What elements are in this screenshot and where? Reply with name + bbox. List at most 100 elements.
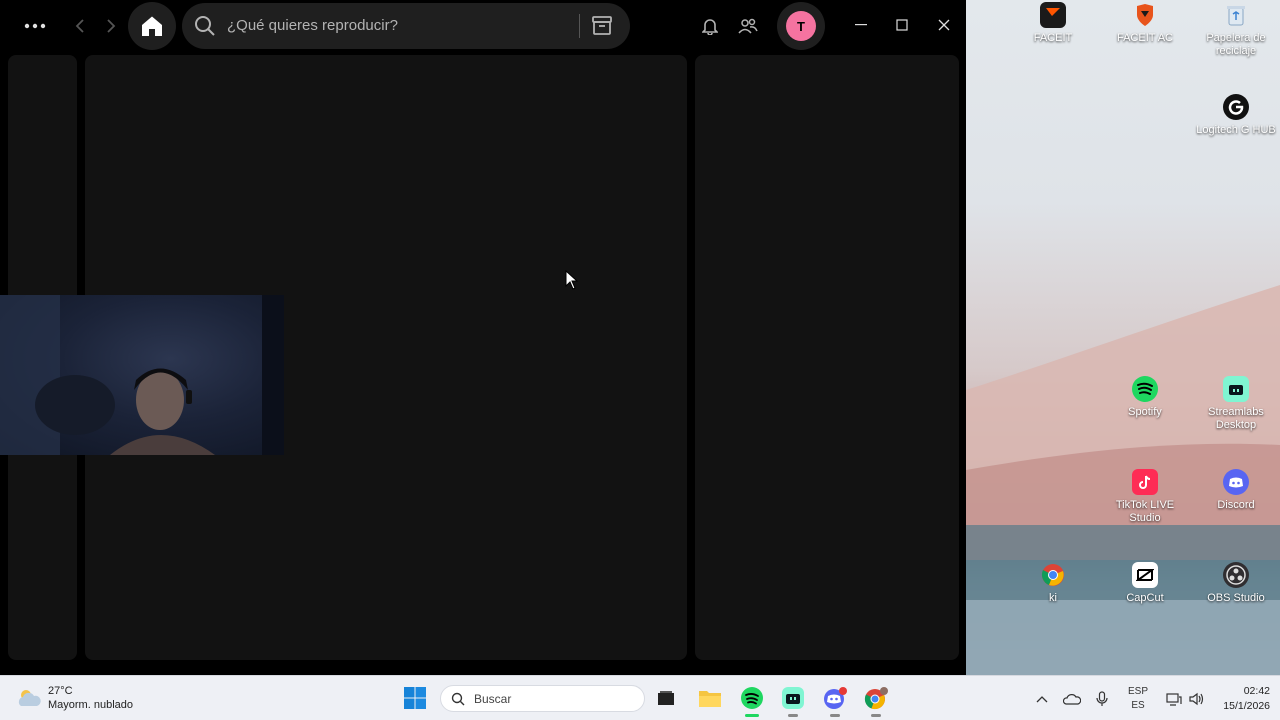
home-icon xyxy=(142,16,162,36)
desktop-icon-recycle-bin[interactable]: Papelera de reciclaje xyxy=(1193,2,1279,58)
onedrive-tray-icon[interactable] xyxy=(1060,676,1084,720)
friends-icon xyxy=(738,18,758,34)
streamlabs-icon xyxy=(782,687,804,709)
desktop-icon-label: TikTok LIVE Studio xyxy=(1115,499,1175,524)
desktop-icon-tiktok-live[interactable]: TikTok LIVE Studio xyxy=(1102,469,1188,525)
network-icon xyxy=(1166,692,1182,706)
microphone-icon xyxy=(1096,690,1108,706)
back-button[interactable] xyxy=(68,12,92,40)
home-button[interactable] xyxy=(128,2,176,50)
language-indicator[interactable]: ESP ES xyxy=(1122,676,1154,720)
desktop-icon-label: OBS Studio xyxy=(1207,592,1265,604)
chevron-right-icon xyxy=(107,19,116,33)
clock-date: 15/1/2026 xyxy=(1223,700,1270,712)
recycle-bin-icon xyxy=(1223,2,1249,28)
desktop-icon-chrome-ki[interactable]: ki xyxy=(1010,562,1096,605)
desktop-icon-label: ki xyxy=(1049,592,1057,604)
taskbar: 27°C Mayorm. nublado Buscar ESP ES 02:42… xyxy=(0,675,1280,720)
speaker-icon xyxy=(1189,692,1204,705)
desktop-icon-label: CapCut xyxy=(1126,592,1164,604)
capcut-icon xyxy=(1132,562,1158,588)
taskbar-spotify-button[interactable] xyxy=(738,684,766,717)
mouse-cursor-icon xyxy=(565,270,579,290)
desktop-icon-faceit-ac[interactable]: FACEIT AC xyxy=(1102,2,1188,45)
cloud-icon xyxy=(1063,693,1081,705)
bell-icon xyxy=(702,19,718,35)
search-input[interactable]: ¿Qué quieres reproducir? xyxy=(182,3,630,49)
network-tray-icon[interactable] xyxy=(1163,676,1185,720)
close-button[interactable] xyxy=(931,10,957,40)
running-indicator xyxy=(788,714,798,717)
show-hidden-icons-button[interactable] xyxy=(1032,676,1052,720)
profile-button[interactable]: T xyxy=(777,2,825,50)
taskbar-discord-button[interactable] xyxy=(821,684,849,717)
spotify-icon xyxy=(1132,376,1158,402)
taskbar-streamlabs-button[interactable] xyxy=(779,684,807,717)
desktop-icon-spotify[interactable]: Spotify xyxy=(1102,376,1188,419)
windows-logo-icon xyxy=(404,687,426,709)
desktop-icon-capcut[interactable]: CapCut xyxy=(1102,562,1188,605)
minimize-icon xyxy=(855,24,867,26)
weather-temperature: 27°C xyxy=(48,685,73,697)
desktop-icon-label: Discord xyxy=(1217,499,1255,511)
chevron-up-icon xyxy=(1036,695,1048,702)
folder-icon xyxy=(699,691,721,707)
avatar: T xyxy=(786,11,816,41)
tiktok-icon xyxy=(1132,469,1158,495)
volume-tray-icon[interactable] xyxy=(1186,676,1208,720)
notifications-button[interactable] xyxy=(698,12,722,40)
desktop-icon-label: Spotify xyxy=(1128,406,1162,418)
faceit-ac-icon xyxy=(1132,2,1158,28)
cloudy-weather-icon xyxy=(18,690,41,706)
microphone-tray-icon[interactable] xyxy=(1092,676,1112,720)
taskbar-clock[interactable]: 02:42 15/1/2026 xyxy=(1223,684,1270,714)
desktop-icon-streamlabs[interactable]: Streamlabs Desktop xyxy=(1193,376,1279,432)
more-options-button[interactable] xyxy=(20,12,50,40)
browse-icon xyxy=(592,16,612,35)
forward-button[interactable] xyxy=(99,12,123,40)
desktop-icon-label: FACEIT AC xyxy=(1116,32,1174,44)
friend-activity-button[interactable] xyxy=(736,12,760,40)
search-icon xyxy=(451,692,465,706)
start-button[interactable] xyxy=(401,684,429,712)
file-explorer-button[interactable] xyxy=(696,684,724,712)
search-icon xyxy=(195,16,215,36)
close-icon xyxy=(938,19,950,31)
running-indicator xyxy=(745,714,759,717)
minimize-button[interactable] xyxy=(848,10,874,40)
desktop-icon-discord[interactable]: Discord xyxy=(1193,469,1279,512)
webcam-overlay xyxy=(0,295,284,455)
faceit-icon xyxy=(1040,2,1066,28)
desktop-icon-obs[interactable]: OBS Studio xyxy=(1193,562,1279,605)
running-indicator xyxy=(830,714,840,717)
spotify-top-bar: ¿Qué quieres reproducir? T xyxy=(0,0,966,52)
desktop-icon-logitech-g-hub[interactable]: Logitech G HUB xyxy=(1193,94,1279,137)
spotify-icon xyxy=(741,687,763,709)
chevron-left-icon xyxy=(75,19,84,33)
task-view-button[interactable] xyxy=(652,684,680,712)
browse-button[interactable] xyxy=(588,13,616,39)
clock-time: 02:42 xyxy=(1243,685,1270,697)
language-secondary: ES xyxy=(1131,699,1145,711)
desktop-icon-faceit[interactable]: FACEIT xyxy=(1010,2,1096,45)
desktop-icon-label: Streamlabs Desktop xyxy=(1208,406,1264,431)
desktop-icon-label: Papelera de reciclaje xyxy=(1206,32,1266,57)
taskbar-search[interactable]: Buscar xyxy=(440,685,645,712)
taskbar-chrome-button[interactable] xyxy=(862,684,890,717)
chrome-icon xyxy=(1040,562,1066,588)
discord-icon xyxy=(824,687,847,709)
weather-description: Mayorm. nublado xyxy=(48,699,133,711)
maximize-icon xyxy=(896,19,908,31)
streamlabs-icon xyxy=(1223,376,1249,402)
running-indicator xyxy=(871,714,881,717)
maximize-button[interactable] xyxy=(889,10,915,40)
ellipsis-icon xyxy=(24,23,46,29)
webcam-person-image xyxy=(0,295,284,455)
weather-widget[interactable]: 27°C Mayorm. nublado xyxy=(16,684,133,712)
taskbar-search-label: Buscar xyxy=(474,692,512,706)
desktop-icon-label: FACEIT xyxy=(1033,32,1073,44)
discord-icon xyxy=(1223,469,1249,495)
search-divider xyxy=(579,14,580,38)
language-primary: ESP xyxy=(1127,685,1148,697)
desktop-icon-label: Logitech G HUB xyxy=(1196,124,1276,136)
